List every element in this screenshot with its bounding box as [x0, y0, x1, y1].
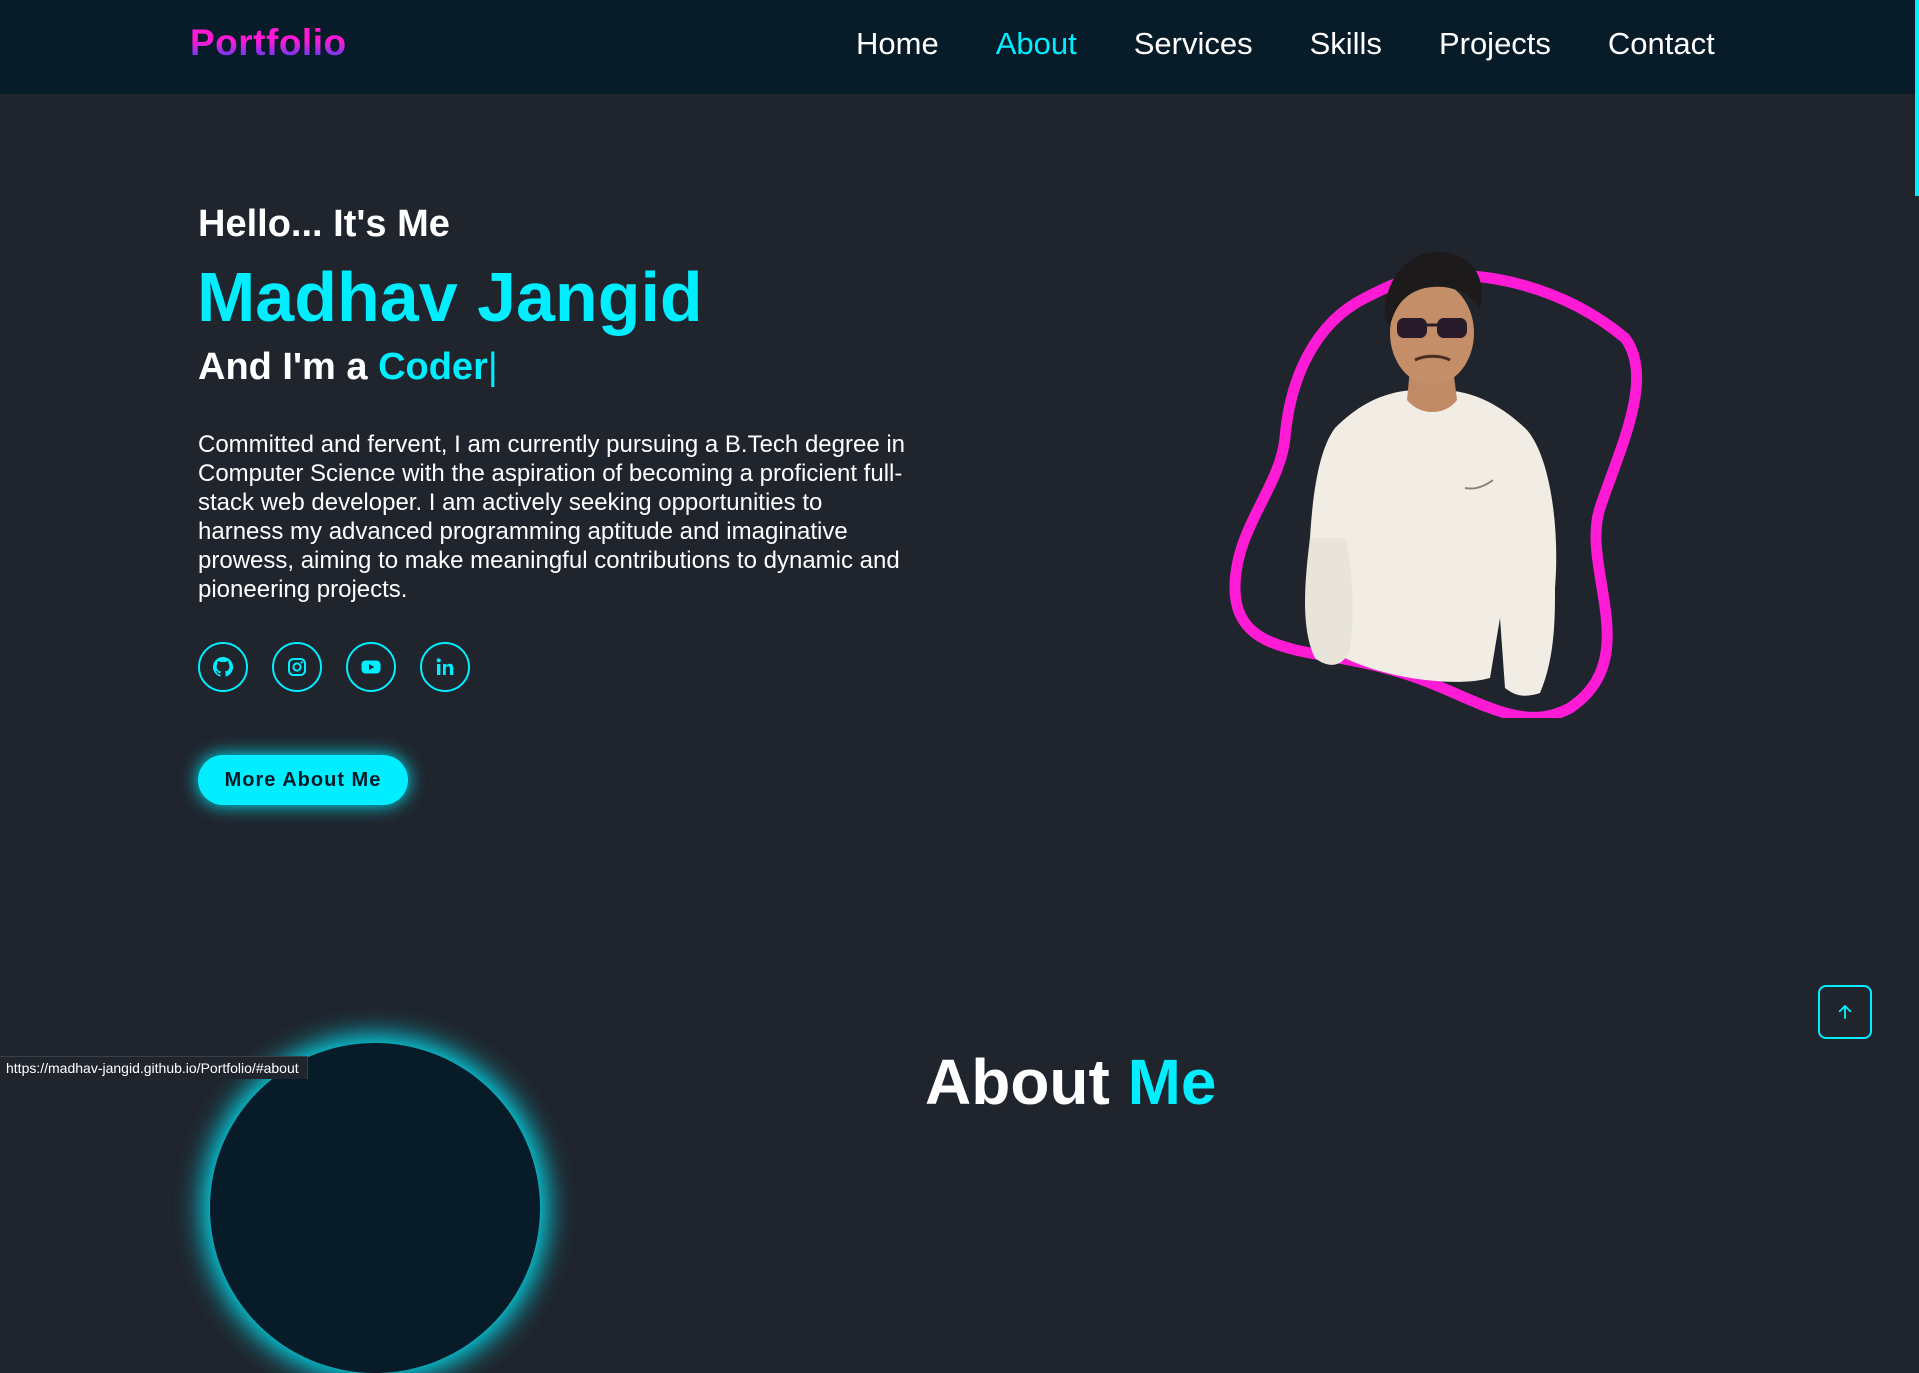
instagram-icon [288, 658, 306, 676]
arrow-up-icon [1838, 1005, 1852, 1019]
nav-skills[interactable]: Skills [1310, 26, 1382, 62]
social-links [198, 642, 470, 692]
github-icon [212, 656, 234, 677]
about-image-glow [210, 1043, 540, 1373]
hero-role: And I'm a Coder| [198, 346, 498, 389]
page-scrollbar[interactable] [1915, 0, 1919, 196]
github-link[interactable] [198, 642, 248, 692]
about-heading: About Me [925, 1045, 1217, 1119]
main-nav: Home About Services Skills Projects Cont… [856, 26, 1715, 62]
youtube-icon [361, 660, 381, 674]
linkedin-icon [436, 658, 454, 675]
youtube-link[interactable] [346, 642, 396, 692]
hero-bio: Committed and fervent, I am currently pu… [198, 431, 906, 603]
hero-greeting: Hello... It's Me [198, 203, 450, 245]
status-bar-url: https://madhav-jangid.github.io/Portfoli… [0, 1056, 308, 1079]
more-about-me-button[interactable]: More About Me [198, 755, 408, 805]
nav-contact[interactable]: Contact [1608, 26, 1715, 62]
role-typed: Coder [378, 346, 488, 388]
instagram-link[interactable] [272, 642, 322, 692]
back-to-top-button[interactable] [1818, 985, 1872, 1039]
profile-illustration [1229, 251, 1643, 723]
nav-home[interactable]: Home [856, 26, 939, 62]
profile-image [1225, 238, 1645, 723]
nav-projects[interactable]: Projects [1439, 26, 1551, 62]
sunglasses-right [1437, 318, 1467, 338]
role-prefix: And I'm a [198, 346, 368, 388]
typing-cursor: | [487, 346, 498, 388]
linkedin-link[interactable] [420, 642, 470, 692]
person-arm [1305, 538, 1353, 665]
about-heading-accent: Me [1127, 1046, 1217, 1118]
sunglasses-left [1397, 318, 1427, 338]
nav-services[interactable]: Services [1134, 26, 1253, 62]
site-header: Portfolio Home About Services Skills Pro… [0, 0, 1919, 94]
nav-about[interactable]: About [996, 26, 1077, 62]
about-heading-prefix: About [925, 1046, 1110, 1118]
hero-name: Madhav Jangid [197, 258, 703, 336]
logo[interactable]: Portfolio [190, 22, 347, 64]
